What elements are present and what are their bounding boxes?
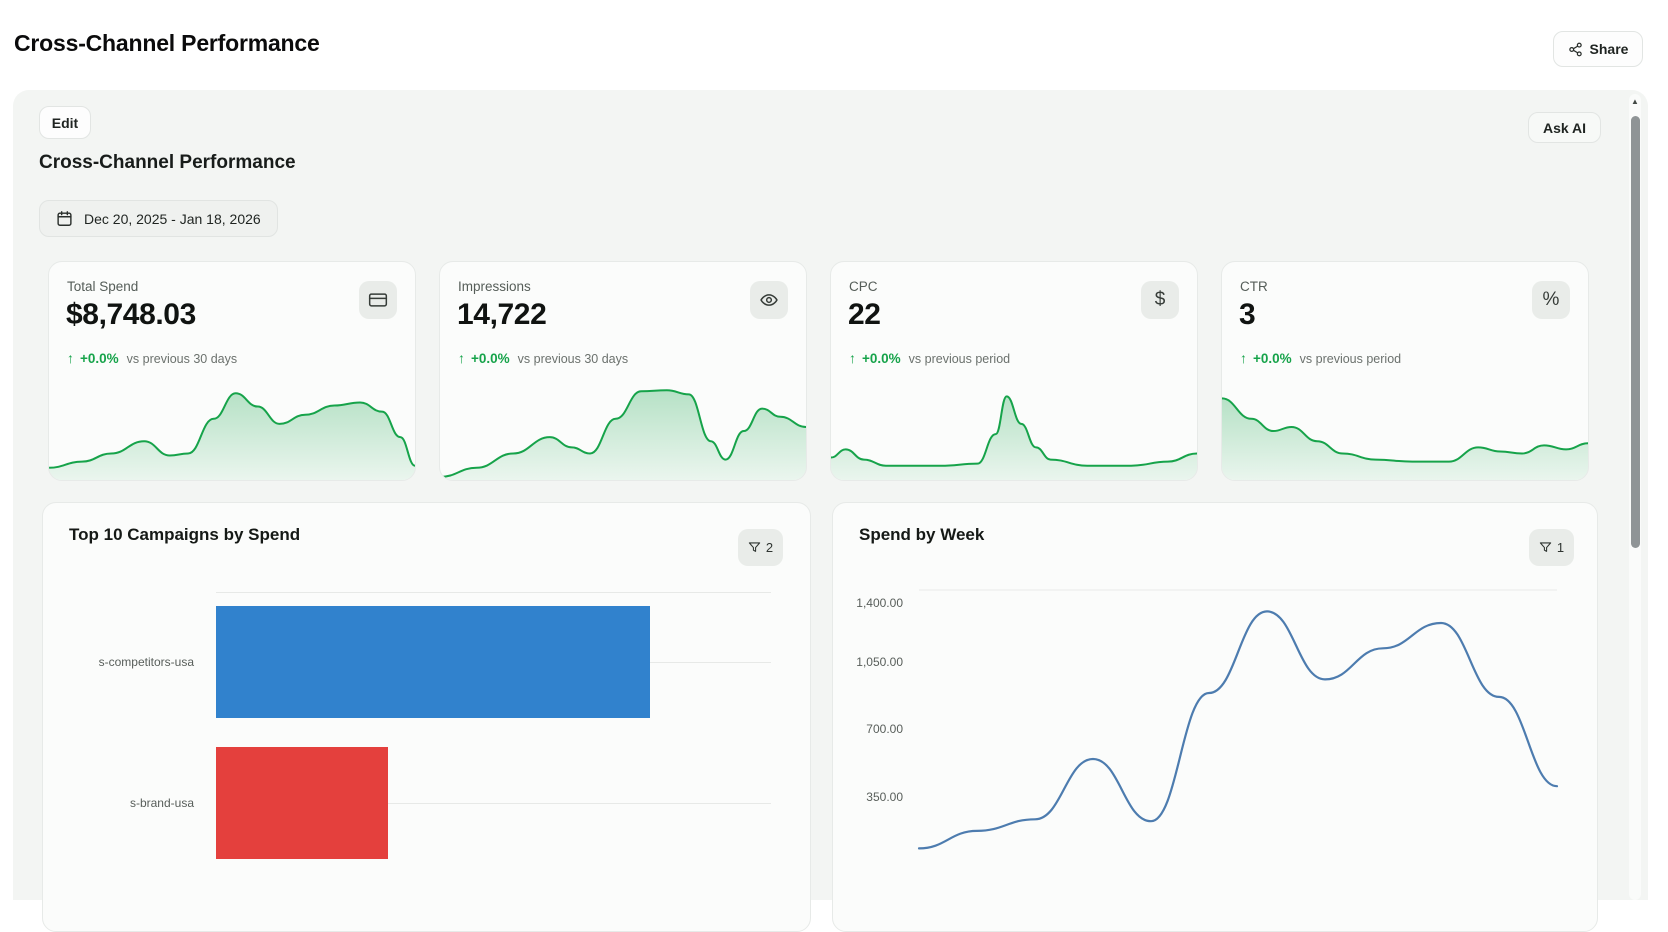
dashboard-heading: Cross-Channel Performance [39,152,296,174]
panel-scrollbar[interactable]: ▲ [1629,94,1641,900]
kpi-label: CTR [1240,279,1268,294]
edit-button[interactable]: Edit [39,106,91,139]
trend-up-icon: ↑ [1240,350,1247,366]
kpi-value: $8,748.03 [66,298,196,332]
share-button-label: Share [1590,41,1629,57]
kpi-card-total-spend: Total Spend $8,748.03 ↑ +0.0% vs previou… [48,261,416,481]
kpi-sparkline [831,378,1197,480]
line-chart-card: Spend by Week 1 1,400.00 1,050.00 700.00… [832,502,1598,932]
kpi-label: Total Spend [67,279,138,294]
dashboard-panel: Edit Ask AI Cross-Channel Performance De… [13,90,1648,900]
credit-card-icon [359,281,397,319]
bar-category-label: s-competitors-usa [43,655,194,669]
date-range-picker[interactable]: Dec 20, 2025 - Jan 18, 2026 [39,200,278,237]
bar-chart-card: Top 10 Campaigns by Spend 2 s-competitor… [42,502,811,932]
bar-s-brand-usa[interactable] [216,747,388,859]
kpi-delta-value: +0.0% [862,351,901,366]
bar-chart-plot: s-competitors-usa s-brand-usa [43,503,810,931]
trend-up-icon: ↑ [458,350,465,366]
page-header: Cross-Channel Performance [14,30,320,57]
percent-icon: % [1532,281,1570,319]
dollar-icon: $ [1141,281,1179,319]
share-button[interactable]: Share [1553,31,1643,67]
kpi-value: 3 [1239,298,1255,332]
kpi-delta-row: ↑ +0.0% vs previous 30 days [67,350,237,366]
kpi-sparkline [440,378,806,480]
kpi-compare-label: vs previous period [909,352,1010,366]
kpi-card-ctr: CTR % 3 ↑ +0.0% vs previous period [1221,261,1589,481]
kpi-delta-value: +0.0% [80,351,119,366]
scrollbar-up-arrow[interactable]: ▲ [1629,97,1641,106]
kpi-sparkline [49,378,415,480]
spend-by-week-line [833,503,1598,932]
trend-up-icon: ↑ [67,350,74,366]
kpi-compare-label: vs previous period [1300,352,1401,366]
kpi-value: 14,722 [457,298,546,332]
eye-icon [750,281,788,319]
kpi-compare-label: vs previous 30 days [127,352,237,366]
share-icon [1568,42,1583,57]
date-range-label: Dec 20, 2025 - Jan 18, 2026 [84,211,261,227]
kpi-compare-label: vs previous 30 days [518,352,628,366]
kpi-label: Impressions [458,279,531,294]
bar-gridline [216,592,771,593]
kpi-card-impressions: Impressions 14,722 ↑ +0.0% vs previous 3… [439,261,807,481]
kpi-value: 22 [848,298,881,332]
ask-ai-button[interactable]: Ask AI [1528,112,1601,143]
kpi-delta-value: +0.0% [471,351,510,366]
kpi-label: CPC [849,279,878,294]
page-title: Cross-Channel Performance [14,30,320,57]
bar-s-competitors-usa[interactable] [216,606,650,718]
trend-up-icon: ↑ [849,350,856,366]
kpi-delta-row: ↑ +0.0% vs previous period [849,350,1010,366]
scrollbar-thumb[interactable] [1631,116,1640,548]
kpi-delta-row: ↑ +0.0% vs previous period [1240,350,1401,366]
calendar-icon [56,210,73,227]
bar-category-label: s-brand-usa [43,796,194,810]
kpi-card-cpc: CPC $ 22 ↑ +0.0% vs previous period [830,261,1198,481]
kpi-sparkline [1222,378,1588,480]
kpi-delta-value: +0.0% [1253,351,1292,366]
kpi-delta-row: ↑ +0.0% vs previous 30 days [458,350,628,366]
